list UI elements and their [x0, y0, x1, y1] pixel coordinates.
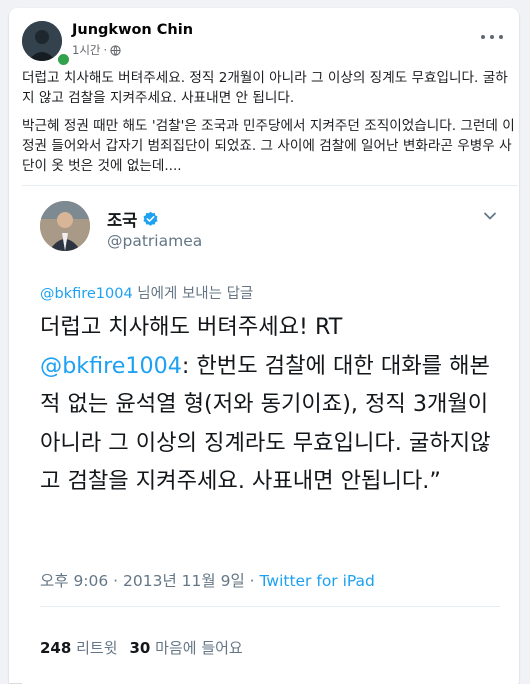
tweet-author-handle[interactable]: @patriamea	[107, 232, 202, 250]
reply-to-mention[interactable]: @bkfire1004	[40, 286, 133, 302]
facebook-post: Jungkwon Chin 1시간 · 더럽고 치사해도 버텨주세요. 정직 2…	[9, 8, 519, 684]
tweet-author-name[interactable]: 조국	[107, 207, 159, 231]
tweet-author-name-text: 조국	[107, 211, 138, 230]
meta-separator: ·	[103, 43, 108, 57]
likes-count: 30	[129, 639, 151, 657]
retweets-count: 248	[40, 639, 72, 657]
post-paragraph: 박근혜 정권 때만 해도 '검찰'은 조국과 민주당에서 지켜주던 조직이었습니…	[22, 118, 515, 174]
reply-suffix: 님에게 보내는 답글	[132, 286, 254, 302]
reply-context: @bkfire1004 님에게 보내는 답글	[40, 282, 253, 303]
retweets-label: 리트윗	[76, 639, 118, 657]
post-meta: 1시간 ·	[72, 42, 121, 58]
tweet-text-start: 더럽고 치사해도 버텨주세요! RT	[40, 314, 343, 340]
tweet-datetime[interactable]: 오후 9:06 · 2013년 11월 9일 ·	[40, 572, 259, 590]
post-text: 더럽고 치사해도 버텨주세요. 정직 2개월이 아니라 그 이상의 징계도 무효…	[22, 68, 517, 184]
more-options-icon[interactable]	[481, 31, 503, 43]
tweet-timestamp: 오후 9:06 · 2013년 11월 9일 · Twitter for iPa…	[40, 569, 375, 591]
chevron-down-icon[interactable]	[482, 208, 498, 224]
tweet-mention-link[interactable]: @bkfire1004	[40, 353, 182, 379]
tweet-text: 더럽고 치사해도 버텨주세요! RT @bkfire1004: 한번도 검찰에 …	[40, 308, 510, 501]
likes-stat[interactable]: 30 마음에 들어요	[130, 637, 243, 658]
retweets-stat[interactable]: 248 리트윗	[40, 637, 118, 658]
tweet-author-avatar[interactable]	[40, 201, 90, 251]
verified-badge-icon	[143, 211, 158, 226]
post-time[interactable]: 1시간	[72, 42, 100, 58]
online-status-dot	[56, 52, 71, 67]
tweet-divider	[40, 606, 500, 607]
author-name[interactable]: Jungkwon Chin	[72, 22, 193, 38]
likes-label: 마음에 들어요	[155, 639, 243, 657]
tweet-stats: 248 리트윗 30 마음에 들어요	[40, 637, 243, 658]
post-paragraph: 더럽고 치사해도 버텨주세요. 정직 2개월이 아니라 그 이상의 징계도 무효…	[22, 70, 508, 106]
globe-icon[interactable]	[110, 44, 121, 56]
tweet-source-link[interactable]: Twitter for iPad	[259, 572, 374, 590]
embedded-tweet[interactable]: 조국 @patriamea @bkfire1004 님에게 보내는 답글 더럽고…	[22, 185, 518, 684]
